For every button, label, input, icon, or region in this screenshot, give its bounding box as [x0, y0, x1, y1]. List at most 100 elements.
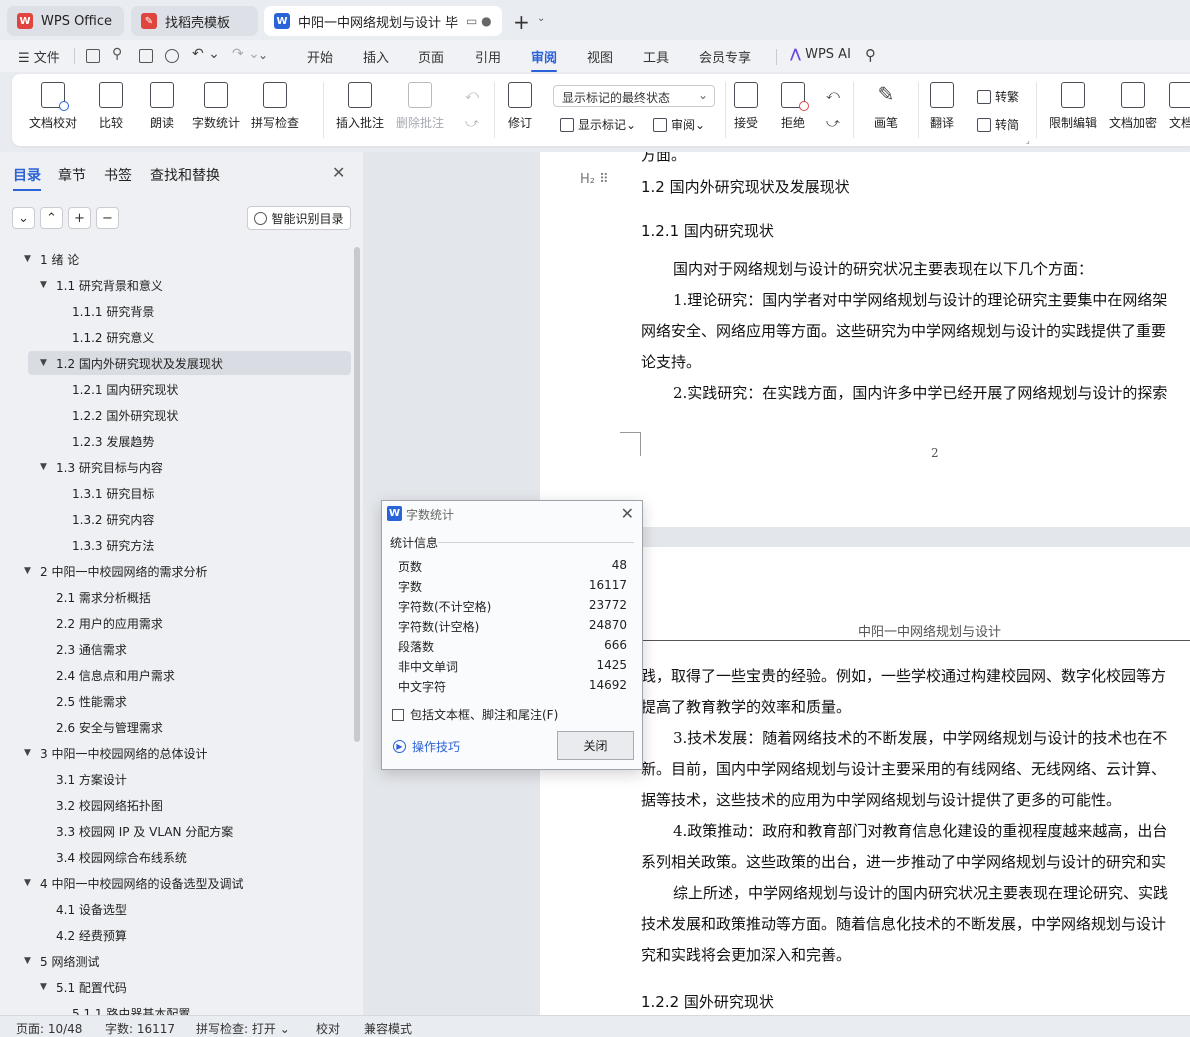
toc-item[interactable]: ▼ 1 绪 论: [0, 247, 352, 271]
review-pane-button[interactable]: 审阅 ⌄: [653, 116, 705, 133]
toc-item[interactable]: ▼ 1.2 国内外研究现状及发展现状: [28, 351, 351, 375]
toc-item[interactable]: 3.2 校园网络拓扑图: [0, 793, 352, 817]
encrypt-button[interactable]: 文档加密: [1109, 82, 1157, 131]
toc-item[interactable]: 3.3 校园网 IP 及 VLAN 分配方案: [0, 819, 352, 843]
show-markup-button[interactable]: 显示标记 ⌄: [560, 116, 636, 133]
nav-scrollbar[interactable]: [354, 247, 360, 742]
expand-up-button[interactable]: ⌃: [40, 207, 63, 229]
toc-item[interactable]: 1.2.1 国内研究现状: [0, 377, 352, 401]
page-indicator[interactable]: 页面: 10/48: [16, 1020, 82, 1037]
toc-item[interactable]: ▼ 2 中阳一中校园网络的需求分析: [0, 559, 352, 583]
quick-access-more-icon[interactable]: ⌄: [258, 48, 268, 62]
heading-level-icon[interactable]: H₂ ⠿: [580, 172, 609, 187]
compare-button[interactable]: 比较: [99, 82, 123, 131]
toc-item[interactable]: ▼ 1.3 研究目标与内容: [0, 455, 352, 479]
previous-change-icon[interactable]: ⤺: [826, 88, 840, 103]
toc-item[interactable]: 2.2 用户的应用需求: [0, 611, 352, 635]
toc-item[interactable]: 3.1 方案设计: [0, 767, 352, 791]
menu-view[interactable]: 视图: [587, 47, 613, 66]
toc-item[interactable]: 4.1 设备选型: [0, 897, 352, 921]
menu-page[interactable]: 页面: [418, 47, 444, 66]
tab-status-icons[interactable]: ▭ ●: [466, 14, 492, 28]
link-icon[interactable]: ⚲: [112, 46, 122, 62]
word-count-indicator[interactable]: 字数: 16117: [105, 1020, 175, 1037]
file-menu[interactable]: ☰ 文件: [18, 47, 60, 66]
menu-references[interactable]: 引用: [475, 47, 501, 66]
proofread-status[interactable]: 校对: [316, 1020, 340, 1037]
to-traditional-button[interactable]: 转繁: [977, 88, 1019, 105]
toc-item[interactable]: 1.3.2 研究内容: [0, 507, 352, 531]
tab-chapters[interactable]: 章节: [58, 165, 86, 185]
menu-insert[interactable]: 插入: [363, 47, 389, 66]
new-tab-icon[interactable]: +: [513, 10, 530, 34]
caret-down-icon[interactable]: ▼: [40, 982, 52, 992]
undo-icon[interactable]: ↶ ⌄: [192, 46, 220, 62]
include-textboxes-checkbox[interactable]: 包括文本框、脚注和尾注(F): [392, 706, 558, 723]
caret-down-icon[interactable]: ▼: [40, 280, 52, 290]
caret-down-icon[interactable]: ▼: [24, 566, 36, 576]
collapse-all-button[interactable]: ⌄: [12, 207, 35, 229]
dialog-close-button[interactable]: 关闭: [557, 731, 634, 760]
toc-item[interactable]: ▼ 4 中阳一中校园网络的设备选型及调试: [0, 871, 352, 895]
document-more-button[interactable]: 文档: [1169, 82, 1190, 131]
next-change-icon[interactable]: ⤻: [826, 116, 840, 131]
menu-home[interactable]: 开始: [307, 47, 333, 66]
close-icon[interactable]: ✕: [621, 504, 634, 523]
toc-item[interactable]: 1.1.2 研究意义: [0, 325, 352, 349]
toc-item[interactable]: ▼ 5.1 配置代码: [0, 975, 352, 999]
menu-tools[interactable]: 工具: [643, 47, 669, 66]
spell-check-button[interactable]: 拼写检查: [251, 82, 299, 131]
tab-docer-templates[interactable]: ✎ 找稻壳模板: [131, 6, 258, 36]
print-icon[interactable]: [139, 49, 153, 63]
read-aloud-button[interactable]: 朗读: [150, 82, 174, 131]
tab-wps-office[interactable]: W WPS Office: [7, 6, 124, 36]
caret-down-icon[interactable]: ▼: [24, 956, 36, 966]
toc-item[interactable]: 3.4 校园网综合布线系统: [0, 845, 352, 869]
previous-comment-icon[interactable]: ⤺: [465, 88, 479, 103]
word-count-button[interactable]: 字数统计: [192, 82, 240, 131]
next-comment-icon[interactable]: ⤻: [465, 116, 479, 131]
wps-ai-menu[interactable]: ⋀ WPS AI: [790, 47, 851, 62]
caret-down-icon[interactable]: ▼: [40, 358, 52, 368]
toc-item[interactable]: 2.4 信息点和用户需求: [0, 663, 352, 687]
tips-link[interactable]: ▶ 操作技巧: [393, 738, 460, 755]
caret-down-icon[interactable]: ▼: [24, 254, 36, 264]
toc-item[interactable]: ▼ 5 网络测试: [0, 949, 352, 973]
toc-item[interactable]: ▼ 3 中阳一中校园网络的总体设计: [0, 741, 352, 765]
toc-item[interactable]: 1.3.3 研究方法: [0, 533, 352, 557]
ribbon-expand-icon[interactable]: ⌟: [1026, 136, 1030, 145]
proofread-button[interactable]: 文档校对: [29, 82, 77, 131]
print-preview-icon[interactable]: [165, 49, 179, 63]
caret-down-icon[interactable]: ▼: [24, 748, 36, 758]
spell-check-status[interactable]: 拼写检查: 打开 ⌄: [196, 1020, 290, 1037]
menu-member[interactable]: 会员专享: [699, 47, 751, 66]
pen-button[interactable]: ✎ 画笔: [874, 82, 898, 131]
remove-heading-button[interactable]: −: [96, 207, 119, 229]
toc-item[interactable]: 1.2.3 发展趋势: [0, 429, 352, 453]
close-icon[interactable]: ✕: [332, 163, 345, 182]
search-icon[interactable]: ⚲: [865, 46, 876, 64]
toc-item[interactable]: 2.1 需求分析概括: [0, 585, 352, 609]
smart-toc-button[interactable]: 智能识别目录: [247, 206, 351, 230]
tab-toc[interactable]: 目录: [13, 165, 41, 191]
add-heading-button[interactable]: +: [68, 207, 91, 229]
markup-mode-select[interactable]: 显示标记的最终状态 ⌄: [553, 85, 715, 107]
caret-down-icon[interactable]: ▼: [24, 878, 36, 888]
toc-item[interactable]: 4.2 经费预算: [0, 923, 352, 947]
restrict-edit-button[interactable]: 限制编辑: [1049, 82, 1097, 131]
toc-item[interactable]: 1.1.1 研究背景: [0, 299, 352, 323]
toc-item[interactable]: 1.2.2 国外研究现状: [0, 403, 352, 427]
toc-item[interactable]: 2.5 性能需求: [0, 689, 352, 713]
translate-button[interactable]: 翻译: [930, 82, 954, 131]
track-changes-button[interactable]: 修订: [508, 82, 532, 131]
redo-icon[interactable]: ↷ ⌄: [232, 46, 260, 62]
save-icon[interactable]: [86, 49, 100, 63]
caret-down-icon[interactable]: ▼: [40, 462, 52, 472]
delete-comment-button[interactable]: 删除批注: [396, 82, 444, 131]
tab-list-chevron-icon[interactable]: ⌄: [537, 13, 545, 24]
toc-item[interactable]: 2.3 通信需求: [0, 637, 352, 661]
menu-review[interactable]: 审阅: [531, 47, 558, 72]
toc-item[interactable]: 2.6 安全与管理需求: [0, 715, 352, 739]
to-simplified-button[interactable]: 转简: [977, 116, 1019, 133]
reject-button[interactable]: 拒绝: [781, 82, 809, 131]
